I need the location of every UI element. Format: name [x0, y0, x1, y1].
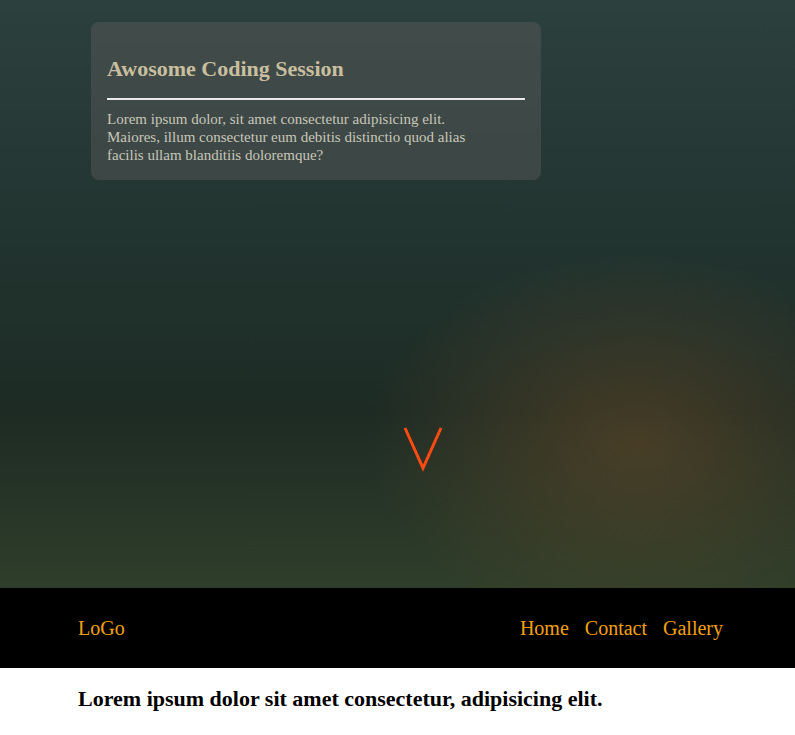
hero-section: Awosome Coding Session Lorem ipsum dolor… — [0, 0, 795, 588]
card-title: Awosome Coding Session — [107, 56, 525, 82]
card-text: Lorem ipsum dolor, sit amet consectetur … — [107, 110, 525, 164]
nav-link[interactable]: Gallery — [663, 617, 723, 640]
content-heading: Lorem ipsum dolor sit amet consectetur, … — [78, 686, 717, 712]
chevron-down-icon[interactable] — [403, 426, 443, 472]
nav-links: Home Contact Gallery — [520, 617, 723, 640]
navbar: LoGo Home Contact Gallery — [0, 588, 795, 668]
page: Awosome Coding Session Lorem ipsum dolor… — [0, 0, 795, 732]
logo[interactable]: LoGo — [78, 617, 125, 640]
hero-card: Awosome Coding Session Lorem ipsum dolor… — [91, 22, 541, 180]
nav-link[interactable]: Contact — [585, 617, 647, 640]
content-section: Lorem ipsum dolor sit amet consectetur, … — [0, 668, 795, 732]
card-divider — [107, 98, 525, 100]
nav-link[interactable]: Home — [520, 617, 569, 640]
